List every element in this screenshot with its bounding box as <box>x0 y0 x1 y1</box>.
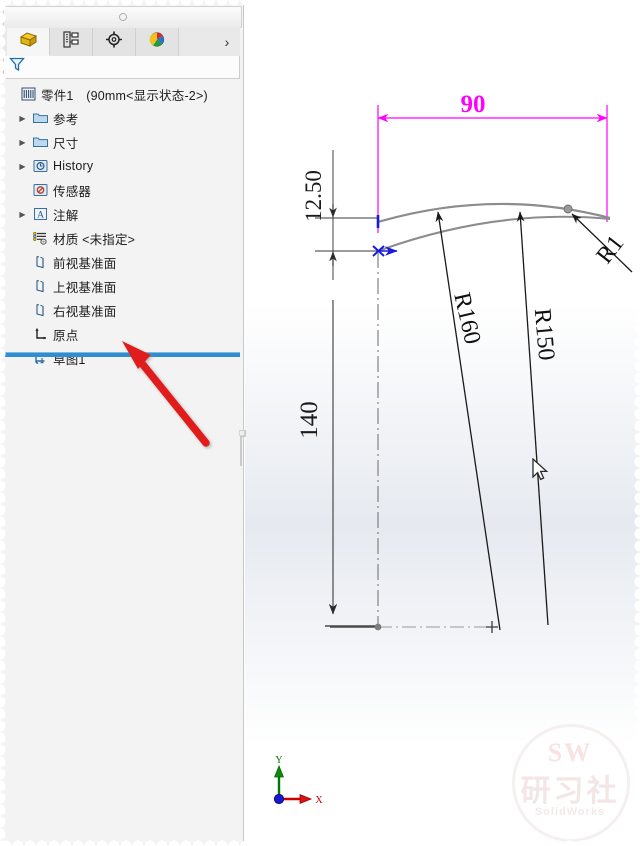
tree-root-part[interactable]: ▶ 零件1 (90mm<显示状态-2>) <box>3 82 240 106</box>
tree-item-right-plane[interactable]: ▶ 右视基准面 <box>3 298 240 322</box>
filter-funnel-icon <box>7 55 27 79</box>
tree-item-front-plane[interactable]: ▶ 前视基准面 <box>3 250 240 274</box>
tree-item-label: 参考 <box>53 112 79 127</box>
tree-item-material[interactable]: ▶ 材质 <未指定> <box>3 226 240 250</box>
tab-feature-manager[interactable] <box>7 28 50 56</box>
graphics-area[interactable]: 90 12.50 140 R160 R150 R1 Y X SW 研习社 Sol… <box>245 0 640 846</box>
app-window: › ▶ 零件1 (90mm<显示状态-2>) <box>0 0 640 846</box>
tree-item-dimensions[interactable]: ▶ 尺寸 <box>3 130 240 154</box>
dimension-radius-160-value[interactable]: R160 <box>448 290 485 347</box>
chevron-right-icon[interactable]: ▶ <box>15 162 30 171</box>
tree-item-label: 右视基准面 <box>53 304 117 319</box>
dimension-height-140[interactable] <box>325 300 380 627</box>
red-pointer-arrow <box>118 325 228 455</box>
part-icon <box>18 86 38 102</box>
mouse-cursor-icon <box>532 458 549 481</box>
folder-icon <box>30 110 50 126</box>
triad-x-label: X <box>315 795 323 806</box>
sketch-origin-point[interactable] <box>374 623 382 631</box>
tree-item-sensors[interactable]: ▶ 传感器 <box>3 178 240 202</box>
dimension-radius-150[interactable] <box>516 211 549 626</box>
tree-item-label: 原点 <box>53 328 79 343</box>
tree-item-label: 注解 <box>53 208 79 223</box>
tree-item-label: 上视基准面 <box>53 280 117 295</box>
tree-item-label: 材质 <未指定> <box>53 232 136 247</box>
dimension-radius-1-value[interactable]: R1 <box>592 231 630 269</box>
svg-text:A: A <box>37 211 44 221</box>
panel-grip-dot <box>118 13 127 21</box>
plane-icon <box>30 278 50 294</box>
tab-property-manager[interactable] <box>50 28 93 56</box>
chevron-right-icon[interactable]: ▶ <box>15 138 30 147</box>
origin-triad: Y X <box>273 755 323 806</box>
tree-item-history[interactable]: ▶ History <box>3 154 240 178</box>
manager-tabstrip: › <box>3 27 240 57</box>
tree-item-annotations[interactable]: ▶ A 注解 <box>3 202 240 226</box>
tabstrip-overflow-button[interactable]: › <box>214 28 240 56</box>
tab-configuration-manager[interactable] <box>93 28 136 56</box>
panel-splitter-handle[interactable] <box>237 429 247 466</box>
dimension-height-value[interactable]: 140 <box>296 401 323 439</box>
tree-item-label: 尺寸 <box>53 136 79 151</box>
dimension-radius-160[interactable] <box>435 211 501 631</box>
chevron-right-icon[interactable]: ▶ <box>15 114 30 123</box>
configuration-manager-icon <box>104 30 124 54</box>
annotation-icon: A <box>30 206 50 222</box>
sketch-cross-marker[interactable] <box>486 621 498 633</box>
tree-item-top-plane[interactable]: ▶ 上视基准面 <box>3 274 240 298</box>
plane-icon <box>30 254 50 270</box>
triad-y-label: Y <box>275 755 282 766</box>
tree-root-label: 零件1 (90mm<显示状态-2>) <box>41 88 208 103</box>
dimension-offset-value[interactable]: 12.50 <box>301 170 326 222</box>
tree-item-label: 前视基准面 <box>53 256 117 271</box>
sketch-canvas[interactable]: 90 12.50 140 R160 R150 R1 Y X <box>245 0 640 846</box>
dimension-radius-150-value[interactable]: R150 <box>529 307 559 361</box>
sketch-endpoint[interactable] <box>563 204 573 214</box>
sketch-arc-lower[interactable] <box>377 215 611 252</box>
feature-filter-row[interactable] <box>3 56 240 79</box>
sensor-icon <box>30 182 50 198</box>
history-icon <box>30 158 50 174</box>
display-manager-icon <box>147 30 167 54</box>
feature-tree-icon <box>18 30 39 54</box>
folder-icon <box>30 134 50 150</box>
dimension-width-value[interactable]: 90 <box>461 91 486 118</box>
panel-grip[interactable] <box>3 6 242 28</box>
tab-display-manager[interactable] <box>136 28 179 56</box>
feature-manager-panel: › ▶ 零件1 (90mm<显示状态-2>) <box>0 0 247 846</box>
tree-item-label: History <box>53 159 94 173</box>
origin-icon <box>30 326 50 342</box>
sketch-arc-upper[interactable] <box>377 202 611 224</box>
tree-item-references[interactable]: ▶ 参考 <box>3 106 240 130</box>
plane-icon <box>30 302 50 318</box>
property-manager-icon <box>61 30 81 54</box>
chevron-right-icon[interactable]: ▶ <box>15 210 30 219</box>
material-icon <box>30 230 50 246</box>
tree-item-label: 传感器 <box>53 184 92 199</box>
